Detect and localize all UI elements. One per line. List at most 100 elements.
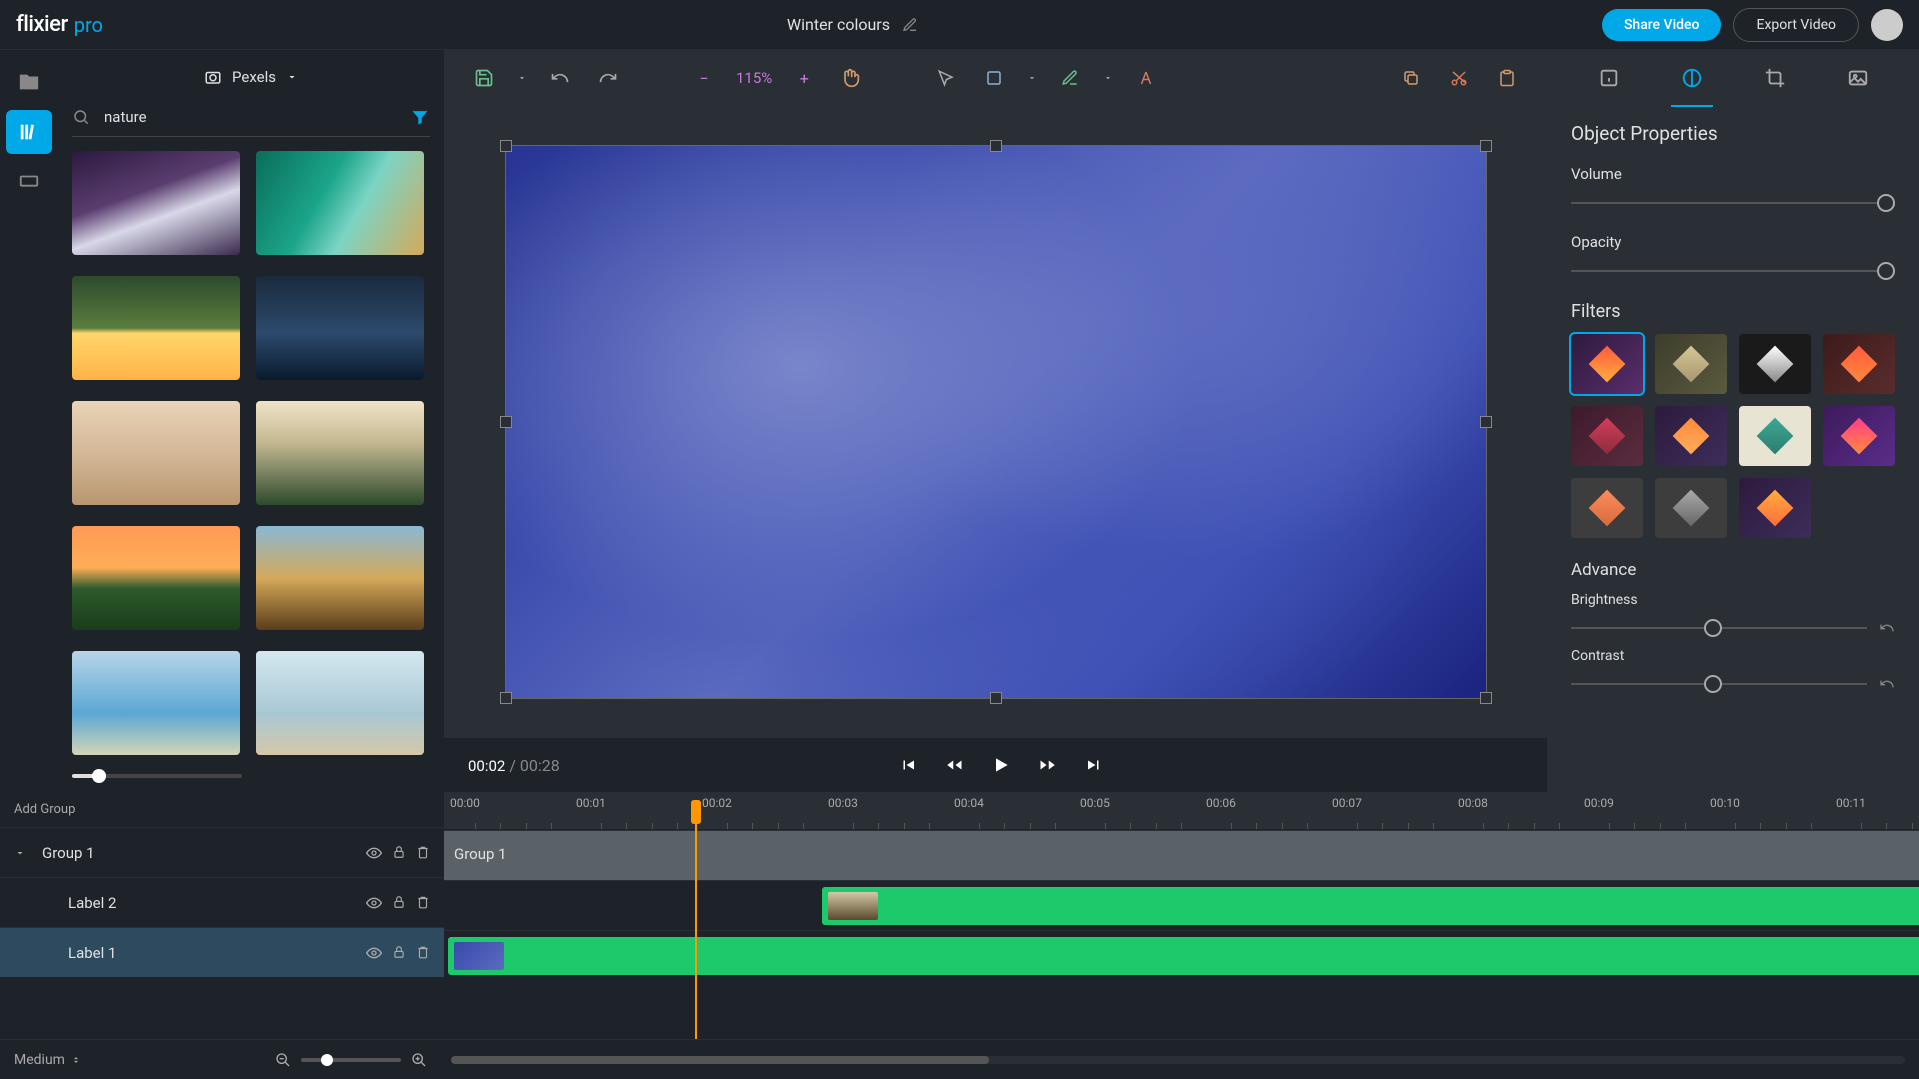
quality-dropdown[interactable]: Medium xyxy=(14,1052,81,1068)
media-thumb[interactable] xyxy=(256,151,424,255)
zoom-percent[interactable]: 115% xyxy=(730,69,778,87)
media-thumb[interactable] xyxy=(256,401,424,505)
track-label-row[interactable]: Group 1 xyxy=(0,827,444,877)
lock-icon[interactable] xyxy=(392,845,406,861)
paste-icon[interactable] xyxy=(1487,58,1527,98)
rewind-icon[interactable] xyxy=(945,756,963,774)
source-dropdown[interactable]: Pexels xyxy=(72,62,430,92)
skip-end-icon[interactable] xyxy=(1085,756,1103,774)
sidebar-folder-icon[interactable] xyxy=(6,60,52,104)
sidebar-library-icon[interactable] xyxy=(6,110,52,154)
media-thumb[interactable] xyxy=(256,651,424,755)
tab-crop-icon[interactable] xyxy=(1754,59,1796,97)
zoom-out-icon[interactable] xyxy=(275,1052,291,1068)
tab-adjust-icon[interactable] xyxy=(1671,59,1713,97)
share-button[interactable]: Share Video xyxy=(1602,9,1722,41)
text-tool-icon[interactable] xyxy=(1126,58,1166,98)
sidebar-display-icon[interactable] xyxy=(6,160,52,204)
timeline-ruler[interactable]: 00:0000:0100:0200:0300:0400:0500:0600:07… xyxy=(444,792,1919,830)
tab-info-icon[interactable] xyxy=(1588,59,1630,97)
resize-handle[interactable] xyxy=(500,140,512,152)
filter-thumb[interactable] xyxy=(1571,478,1643,538)
track-row-group[interactable]: Group 1 xyxy=(444,830,1919,880)
resize-handle[interactable] xyxy=(1480,140,1492,152)
filter-thumb[interactable] xyxy=(1655,406,1727,466)
undo-icon[interactable] xyxy=(540,58,580,98)
cut-icon[interactable] xyxy=(1439,58,1479,98)
chevron-down-icon[interactable] xyxy=(14,847,32,859)
avatar[interactable] xyxy=(1871,9,1903,41)
media-thumb[interactable] xyxy=(256,276,424,380)
hand-tool-icon[interactable] xyxy=(830,58,870,98)
copy-icon[interactable] xyxy=(1391,58,1431,98)
track-row[interactable] xyxy=(444,930,1919,980)
media-thumb[interactable] xyxy=(72,651,240,755)
resize-handle[interactable] xyxy=(1480,692,1492,704)
draw-dropdown-icon[interactable] xyxy=(1098,58,1118,98)
track-row[interactable] xyxy=(444,880,1919,930)
filter-thumb[interactable] xyxy=(1655,478,1727,538)
filter-thumb[interactable] xyxy=(1823,406,1895,466)
delete-icon[interactable] xyxy=(416,845,430,861)
save-dropdown-icon[interactable] xyxy=(512,58,532,98)
track-name: Group 1 xyxy=(42,844,356,862)
redo-icon[interactable] xyxy=(588,58,628,98)
lock-icon[interactable] xyxy=(392,945,406,961)
track-area[interactable]: 00:0000:0100:0200:0300:0400:0500:0600:07… xyxy=(444,792,1919,1039)
forward-icon[interactable] xyxy=(1039,756,1057,774)
zoom-in-icon[interactable]: + xyxy=(784,58,824,98)
contrast-reset-icon[interactable] xyxy=(1879,676,1895,692)
volume-slider[interactable] xyxy=(1571,195,1895,211)
contrast-slider[interactable] xyxy=(1571,676,1867,692)
zoom-out-icon[interactable]: − xyxy=(684,58,724,98)
media-thumb[interactable] xyxy=(72,401,240,505)
brightness-reset-icon[interactable] xyxy=(1879,620,1895,636)
delete-icon[interactable] xyxy=(416,945,430,961)
filter-thumb[interactable] xyxy=(1655,334,1727,394)
zoom-in-icon[interactable] xyxy=(411,1052,427,1068)
edit-title-icon[interactable] xyxy=(902,17,918,33)
draw-tool-icon[interactable] xyxy=(1050,58,1090,98)
media-thumb[interactable] xyxy=(72,526,240,630)
cursor-tool-icon[interactable] xyxy=(926,58,966,98)
filter-thumb[interactable] xyxy=(1571,334,1643,394)
timeline-zoom-slider[interactable] xyxy=(301,1058,401,1062)
resize-handle[interactable] xyxy=(990,692,1002,704)
filter-thumb[interactable] xyxy=(1571,406,1643,466)
play-icon[interactable] xyxy=(991,755,1011,775)
filter-icon[interactable] xyxy=(410,107,430,127)
filter-thumb[interactable] xyxy=(1739,406,1811,466)
resize-handle[interactable] xyxy=(1480,416,1492,428)
visibility-icon[interactable] xyxy=(366,845,382,861)
track-label-row[interactable]: Label 2 xyxy=(0,877,444,927)
resize-handle[interactable] xyxy=(500,416,512,428)
search-input[interactable] xyxy=(100,102,400,132)
save-icon[interactable] xyxy=(464,58,504,98)
shape-dropdown-icon[interactable] xyxy=(1022,58,1042,98)
filter-thumb[interactable] xyxy=(1739,478,1811,538)
lock-icon[interactable] xyxy=(392,895,406,911)
add-group-button[interactable]: Add Group xyxy=(0,792,444,827)
delete-icon[interactable] xyxy=(416,895,430,911)
resize-handle[interactable] xyxy=(990,140,1002,152)
timeline-scrollbar[interactable] xyxy=(451,1056,1905,1064)
thumbnail-size-slider[interactable] xyxy=(72,772,430,780)
media-thumb[interactable] xyxy=(72,276,240,380)
canvas-frame[interactable] xyxy=(506,146,1486,698)
timeline-clip[interactable] xyxy=(822,887,1919,925)
export-button[interactable]: Export Video xyxy=(1733,8,1859,42)
brightness-slider[interactable] xyxy=(1571,620,1867,636)
filter-thumb[interactable] xyxy=(1739,334,1811,394)
shape-tool-icon[interactable] xyxy=(974,58,1014,98)
visibility-icon[interactable] xyxy=(366,895,382,911)
timeline-clip[interactable] xyxy=(448,937,1919,975)
resize-handle[interactable] xyxy=(500,692,512,704)
track-label-row[interactable]: Label 1 xyxy=(0,927,444,977)
filter-thumb[interactable] xyxy=(1823,334,1895,394)
tab-image-icon[interactable] xyxy=(1837,59,1879,97)
media-thumb[interactable] xyxy=(256,526,424,630)
opacity-slider[interactable] xyxy=(1571,263,1895,279)
media-thumb[interactable] xyxy=(72,151,240,255)
skip-start-icon[interactable] xyxy=(899,756,917,774)
visibility-icon[interactable] xyxy=(366,945,382,961)
